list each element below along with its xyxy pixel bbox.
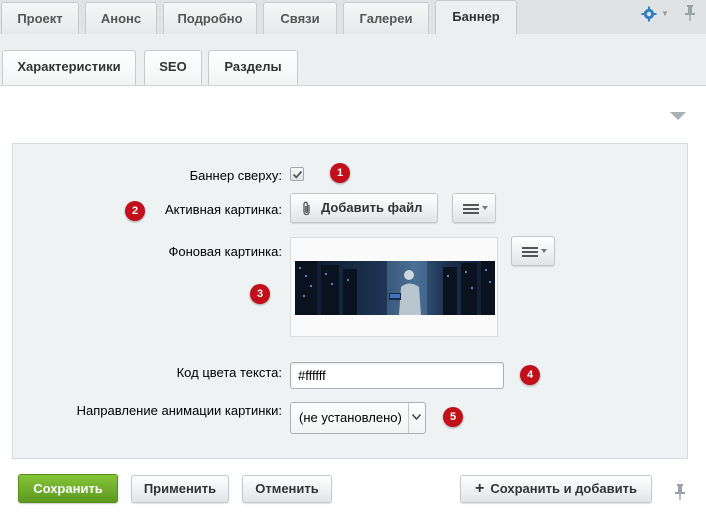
animation-direction-label: Направление анимации картинки: <box>76 403 282 418</box>
banner-top-checkbox[interactable] <box>290 167 304 181</box>
tab-sections[interactable]: Разделы <box>208 50 298 85</box>
tab-links[interactable]: Связи <box>263 2 337 34</box>
badge-1: 1 <box>330 163 350 183</box>
background-image-label: Фоновая картинка: <box>168 244 282 259</box>
tab-bar: Проект Анонс Подробно Связи Галереи Банн… <box>0 0 706 35</box>
plus-icon: + <box>475 480 485 497</box>
save-button[interactable]: Сохранить <box>18 474 118 503</box>
background-image-menu-button[interactable] <box>511 236 555 266</box>
banner-top-label: Баннер сверху: <box>189 168 282 183</box>
badge-4: 4 <box>520 365 540 385</box>
menu-icon <box>463 204 479 216</box>
tab-banner[interactable]: Баннер <box>435 0 517 35</box>
chevron-down-icon[interactable]: ▼ <box>661 6 669 22</box>
background-image-preview[interactable] <box>290 237 498 337</box>
tab-project[interactable]: Проект <box>1 2 79 34</box>
paperclip-icon <box>303 201 310 216</box>
pin-icon[interactable] <box>673 483 687 501</box>
tab-characteristics[interactable]: Характеристики <box>2 50 136 85</box>
animation-direction-select[interactable]: (не установлено) <box>290 402 426 434</box>
active-image-label: Активная картинка: <box>164 202 282 217</box>
gear-icon[interactable] <box>641 6 657 22</box>
server-room-image <box>295 261 495 315</box>
chevron-down-icon <box>412 414 421 420</box>
badge-3: 3 <box>250 284 270 304</box>
add-file-button-label: Добавить файл <box>321 200 423 215</box>
select-arrow <box>408 403 425 433</box>
chevron-down-icon <box>482 206 488 210</box>
save-and-add-label: Сохранить и добавить <box>490 481 637 496</box>
chevron-down-icon <box>541 249 547 253</box>
badge-5: 5 <box>443 407 463 427</box>
tab-announce[interactable]: Анонс <box>85 2 157 34</box>
edit-form-page: Проект Анонс Подробно Связи Галереи Банн… <box>0 0 706 515</box>
cancel-button[interactable]: Отменить <box>242 475 332 503</box>
apply-button[interactable]: Применить <box>131 475 229 503</box>
text-color-label: Код цвета текста: <box>176 365 282 380</box>
collapse-arrow-icon[interactable] <box>670 112 686 120</box>
server-room-illustration <box>295 261 495 315</box>
text-color-input[interactable]: #ffffff <box>290 362 504 389</box>
animation-direction-value: (не установлено) <box>299 410 402 425</box>
pin-icon[interactable] <box>683 4 697 22</box>
subtab-bar: Характеристики SEO Разделы <box>0 34 706 86</box>
check-icon <box>292 170 303 179</box>
active-image-menu-button[interactable] <box>452 193 496 223</box>
add-file-button[interactable]: Добавить файл <box>290 193 438 223</box>
tab-galleries[interactable]: Галереи <box>343 2 429 34</box>
save-and-add-button[interactable]: + Сохранить и добавить <box>460 475 652 503</box>
menu-icon <box>522 247 538 259</box>
tab-details[interactable]: Подробно <box>163 2 257 34</box>
badge-2: 2 <box>125 201 145 221</box>
tab-seo[interactable]: SEO <box>144 50 202 85</box>
